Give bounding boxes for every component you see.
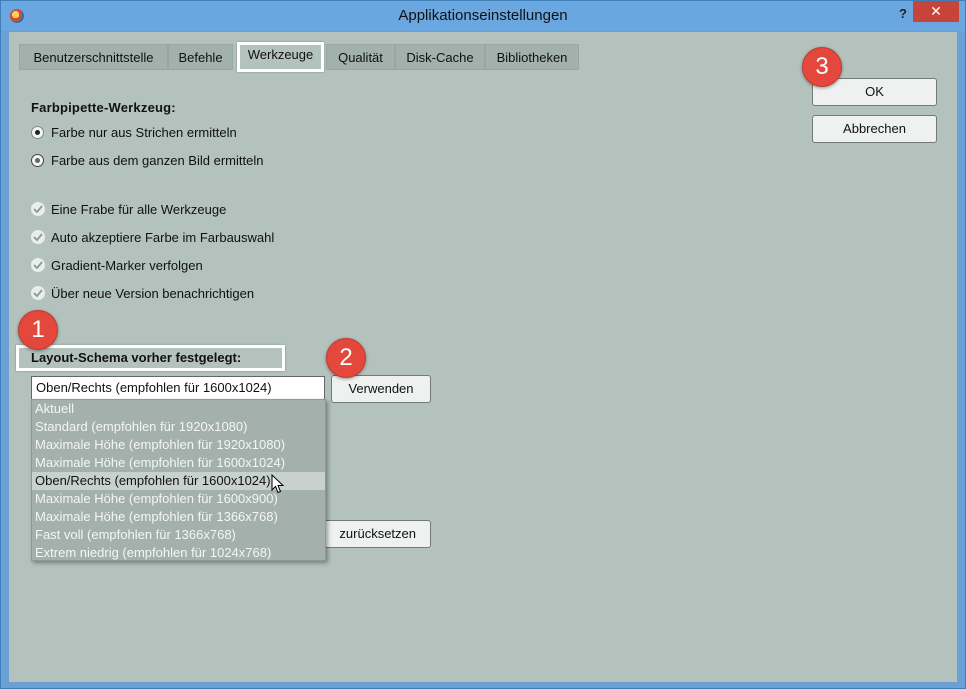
title-bar[interactable]: Applikationseinstellungen ? ✕: [1, 1, 965, 31]
checkbox-label: Gradient-Marker verfolgen: [51, 258, 203, 273]
checkbox-label: Eine Frabe für alle Werkzeuge: [51, 202, 227, 217]
mouse-cursor-icon: [271, 474, 285, 494]
window-title: Applikationseinstellungen: [398, 7, 568, 24]
dropdown-option[interactable]: Maximale Höhe (empfohlen für 1366x768): [32, 508, 325, 526]
radio-button-icon[interactable]: [31, 126, 44, 139]
dropdown-option[interactable]: Extrem niedrig (empfohlen für 1024x768): [32, 544, 325, 562]
tab-disk-cache[interactable]: Disk-Cache: [395, 44, 485, 70]
radio-button-icon[interactable]: [31, 154, 44, 167]
checkbox-label: Über neue Version benachrichtigen: [51, 286, 255, 301]
cancel-button[interactable]: Abbrechen: [812, 115, 937, 143]
checkmark-icon[interactable]: [31, 286, 45, 300]
checkmark-icon[interactable]: [31, 202, 45, 216]
annotation-badge-3: 3: [802, 47, 842, 87]
annotation-badge-2: 2: [326, 338, 366, 378]
help-button[interactable]: ?: [891, 3, 915, 25]
radio-label: Farbe aus dem ganzen Bild ermitteln: [51, 153, 264, 168]
checkmark-icon[interactable]: [31, 230, 45, 244]
layout-scheme-select[interactable]: Oben/Rechts (empfohlen für 1600x1024): [31, 376, 325, 400]
tab-benutzerschnittstelle[interactable]: Benutzerschnittstelle: [19, 44, 168, 70]
dropdown-option[interactable]: Standard (empfohlen für 1920x1080): [32, 418, 325, 436]
reset-button[interactable]: zurücksetzen: [323, 520, 431, 548]
dropdown-option[interactable]: Fast voll (empfohlen für 1366x768): [32, 526, 325, 544]
eyedropper-section-title: Farbpipette-Werkzeug:: [31, 100, 176, 115]
close-icon: ✕: [930, 3, 942, 19]
tab-befehle[interactable]: Befehle: [168, 44, 233, 70]
dialog-content: Benutzerschnittstelle Befehle Werkzeuge …: [9, 32, 957, 682]
annotation-badge-1: 1: [18, 310, 58, 350]
radio-label: Farbe nur aus Strichen ermitteln: [51, 125, 237, 140]
dropdown-option[interactable]: Maximale Höhe (empfohlen für 1920x1080): [32, 436, 325, 454]
application-settings-window: Applikationseinstellungen ? ✕ Benutzersc…: [0, 0, 966, 689]
layout-section-title: Layout-Schema vorher festgelegt:: [31, 350, 242, 365]
tab-bibliotheken[interactable]: Bibliotheken: [485, 44, 579, 70]
use-button[interactable]: Verwenden: [331, 375, 431, 403]
tab-werkzeuge[interactable]: Werkzeuge: [237, 42, 324, 72]
dropdown-option[interactable]: Aktuell: [32, 400, 325, 418]
checkmark-icon[interactable]: [31, 258, 45, 272]
close-button[interactable]: ✕: [913, 1, 959, 22]
dropdown-option[interactable]: Maximale Höhe (empfohlen für 1600x1024): [32, 454, 325, 472]
checkbox-label: Auto akzeptiere Farbe im Farbauswahl: [51, 230, 275, 245]
tab-qualitaet[interactable]: Qualität: [326, 44, 395, 70]
